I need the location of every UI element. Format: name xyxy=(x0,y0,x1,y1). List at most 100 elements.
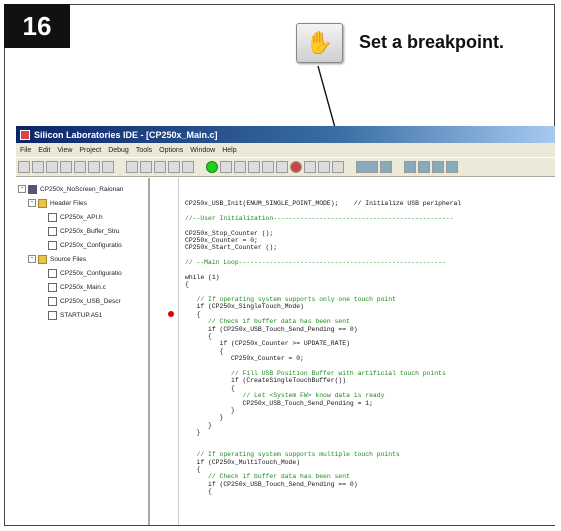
code-line[interactable] xyxy=(185,444,555,451)
code-line[interactable]: // Check if buffer data has been sent xyxy=(185,473,555,480)
cut-icon[interactable] xyxy=(60,161,72,173)
watch-window-icon[interactable] xyxy=(356,161,378,173)
breakpoint-marker[interactable] xyxy=(168,311,174,317)
code-line[interactable]: // --Main Loop--------------------------… xyxy=(185,259,555,266)
paste-icon[interactable] xyxy=(88,161,100,173)
copy-icon[interactable] xyxy=(74,161,86,173)
download-icon[interactable] xyxy=(154,161,166,173)
tree-item-source-files[interactable]: - Source Files xyxy=(18,252,146,266)
tree-item-project[interactable]: - CP250x_NoScreen_Raionan xyxy=(18,182,146,196)
code-line[interactable]: { xyxy=(185,385,555,392)
tree-item-file[interactable]: CP250x_Buffer_Stru xyxy=(18,224,146,238)
code-line[interactable]: { xyxy=(185,333,555,340)
file-icon xyxy=(48,226,57,236)
run-icon[interactable] xyxy=(206,161,218,173)
code-line[interactable]: } xyxy=(185,429,555,436)
menu-help[interactable]: Help xyxy=(222,147,236,154)
menu-tools[interactable]: Tools xyxy=(136,147,152,154)
code-line[interactable]: { xyxy=(185,488,555,495)
menu-file[interactable]: File xyxy=(20,147,31,154)
step-over-icon[interactable] xyxy=(234,161,246,173)
connect-icon[interactable] xyxy=(168,161,180,173)
tree-item-file[interactable]: CP250x_Main.c xyxy=(18,280,146,294)
menu-debug[interactable]: Debug xyxy=(108,147,129,154)
code-line[interactable]: if (CP250x_SingleTouch_Mode) xyxy=(185,303,555,310)
register-window-icon[interactable] xyxy=(404,161,416,173)
tree-item-file[interactable]: CP250x_API.h xyxy=(18,210,146,224)
code-line[interactable] xyxy=(185,207,555,214)
file-icon xyxy=(48,310,57,320)
code-line[interactable] xyxy=(185,437,555,444)
code-line[interactable]: } xyxy=(185,414,555,421)
build-icon[interactable] xyxy=(126,161,138,173)
collapse-icon[interactable]: - xyxy=(28,199,36,207)
code-line[interactable]: // If operating system supports only one… xyxy=(185,296,555,303)
code-line[interactable]: { xyxy=(185,281,555,288)
code-line[interactable]: CP250x_Counter = 0; xyxy=(185,237,555,244)
ide-body: - CP250x_NoScreen_Raionan - Header Files C… xyxy=(16,178,555,525)
code-line[interactable] xyxy=(185,267,555,274)
remove-breakpoint-icon[interactable] xyxy=(304,161,316,173)
new-file-icon[interactable] xyxy=(18,161,30,173)
code-line[interactable]: if (CP250x_Counter >= UPDATE_RATE) xyxy=(185,340,555,347)
code-line[interactable]: // Check if buffer data has been sent xyxy=(185,318,555,325)
code-line[interactable]: // If operating system supports multiple… xyxy=(185,451,555,458)
code-line[interactable]: CP250x_Counter = 0; xyxy=(185,355,555,362)
code-line[interactable]: if (CP250x_USB_Touch_Send_Pending == 0) xyxy=(185,481,555,488)
code-line[interactable]: if (CP250x_MultiTouch_Mode) xyxy=(185,459,555,466)
code-line[interactable]: if (CP250x_USB_Touch_Send_Pending == 0) xyxy=(185,326,555,333)
breakpoint-toolbar-button[interactable]: ✋ xyxy=(296,23,343,63)
code-line[interactable]: while (1) xyxy=(185,274,555,281)
code-line[interactable]: { xyxy=(185,348,555,355)
code-line[interactable]: if (CreateSingleTouchBuffer()) xyxy=(185,377,555,384)
sfr-window-icon[interactable] xyxy=(418,161,430,173)
reset-icon[interactable] xyxy=(182,161,194,173)
menu-view[interactable]: View xyxy=(57,147,72,154)
menu-options[interactable]: Options xyxy=(159,147,183,154)
tree-item-label: CP250x_API.h xyxy=(60,213,103,221)
print-icon[interactable] xyxy=(102,161,114,173)
code-line[interactable] xyxy=(185,289,555,296)
memory-window-icon[interactable] xyxy=(380,161,392,173)
code-line[interactable] xyxy=(185,252,555,259)
code-line[interactable]: } xyxy=(185,422,555,429)
breakpoint-icon[interactable] xyxy=(290,161,302,173)
menu-edit[interactable]: Edit xyxy=(38,147,50,154)
code-editor[interactable]: CP250x_USB_Init(ENUM_SINGLE_POINT_MODE);… xyxy=(178,178,555,525)
tree-item-file[interactable]: CP250x_USB_Descr xyxy=(18,294,146,308)
clear-breakpoints-icon[interactable] xyxy=(332,161,344,173)
save-icon[interactable] xyxy=(46,161,58,173)
code-line[interactable]: CP250x_Start_Counter (); xyxy=(185,244,555,251)
run-to-cursor-icon[interactable] xyxy=(262,161,274,173)
step-icon[interactable] xyxy=(220,161,232,173)
rebuild-icon[interactable] xyxy=(140,161,152,173)
code-line[interactable]: //--User Initialization-----------------… xyxy=(185,215,555,222)
code-line[interactable]: CP250x_USB_Touch_Send_Pending = 1; xyxy=(185,400,555,407)
ram-window-icon[interactable] xyxy=(446,161,458,173)
code-line[interactable] xyxy=(185,363,555,370)
code-line[interactable]: { xyxy=(185,311,555,318)
code-line[interactable]: { xyxy=(185,466,555,473)
tree-item-file[interactable]: STARTUP.A51 xyxy=(18,308,146,322)
code-line[interactable]: // Let <System FW> know data is ready xyxy=(185,392,555,399)
code-window-icon[interactable] xyxy=(432,161,444,173)
tree-item-file[interactable]: CP250x_Configuratio xyxy=(18,266,146,280)
code-line[interactable]: } xyxy=(185,407,555,414)
tree-item-label: CP250x_Configuratio xyxy=(60,269,122,277)
step-out-icon[interactable] xyxy=(248,161,260,173)
code-line[interactable]: CP250x_USB_Init(ENUM_SINGLE_POINT_MODE);… xyxy=(185,200,555,207)
code-line[interactable] xyxy=(185,222,555,229)
file-icon xyxy=(48,268,57,278)
collapse-icon[interactable]: - xyxy=(28,255,36,263)
stop-icon[interactable] xyxy=(276,161,288,173)
tree-item-header-files[interactable]: - Header Files xyxy=(18,196,146,210)
editor-gutter[interactable] xyxy=(150,178,178,525)
menu-window[interactable]: Window xyxy=(190,147,215,154)
collapse-icon[interactable]: - xyxy=(18,185,26,193)
code-line[interactable]: // Fill USB Position Buffer with artific… xyxy=(185,370,555,377)
disable-breakpoint-icon[interactable] xyxy=(318,161,330,173)
open-folder-icon[interactable] xyxy=(32,161,44,173)
tree-item-file[interactable]: CP250x_Configuratio xyxy=(18,238,146,252)
code-line[interactable]: CP250x_Stop_Counter (); xyxy=(185,230,555,237)
menu-project[interactable]: Project xyxy=(79,147,101,154)
